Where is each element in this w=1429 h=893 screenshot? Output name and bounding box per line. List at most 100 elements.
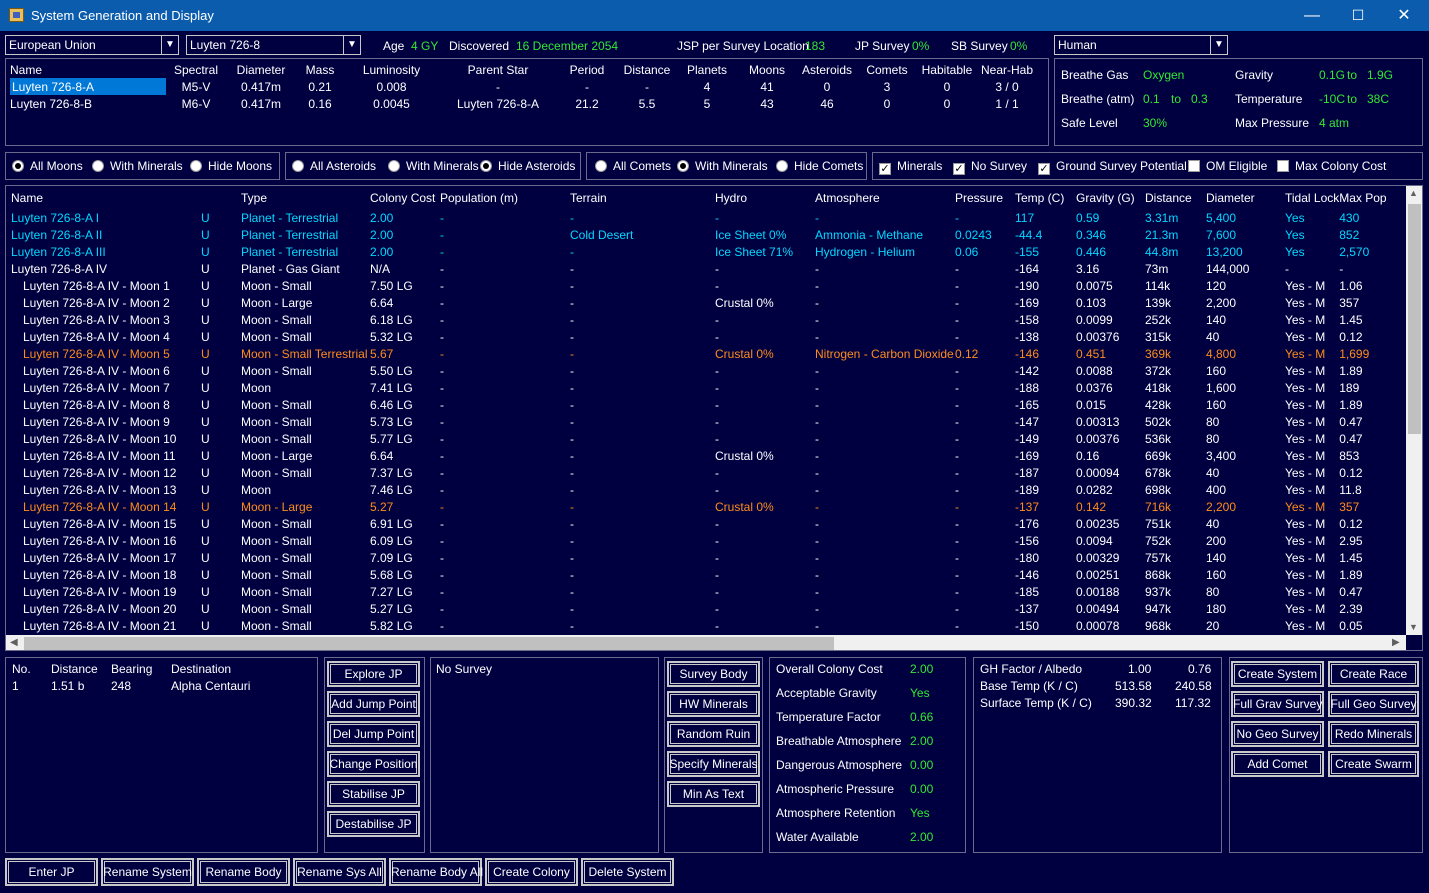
bodies-col-header[interactable]: Terrain bbox=[570, 187, 715, 209]
bodies-col-header[interactable] bbox=[201, 187, 241, 209]
table-row[interactable]: Luyten 726-8-A IV - Moon 12 U Moon - Small… bbox=[11, 464, 1389, 481]
stars-cell: 3 / 0 bbox=[995, 79, 1019, 94]
all-asteroids-radio[interactable]: All Asteroids bbox=[292, 159, 376, 173]
change-position-button[interactable]: Change Position bbox=[327, 751, 420, 777]
add-jump-point-button[interactable]: Add Jump Point bbox=[327, 691, 420, 717]
horizontal-scroll-thumb[interactable] bbox=[24, 637, 834, 650]
destabilise-jp-button[interactable]: Destabilise JP bbox=[327, 811, 420, 837]
create-race-button[interactable]: Create Race bbox=[1328, 661, 1419, 687]
vertical-scroll-thumb[interactable] bbox=[1408, 204, 1421, 434]
table-row[interactable]: Luyten 726-8-A IV - Moon 17 U Moon - Small… bbox=[11, 549, 1389, 566]
rename-body-button[interactable]: Rename Body bbox=[197, 858, 290, 886]
table-row[interactable]: Luyten 726-8-A IV - Moon 15 U Moon - Small… bbox=[11, 515, 1389, 532]
delete-system-button[interactable]: Delete System bbox=[581, 858, 674, 886]
horizontal-scrollbar[interactable]: ◀ ▶ bbox=[6, 635, 1406, 650]
add-comet-button[interactable]: Add Comet bbox=[1231, 751, 1324, 777]
scroll-left-icon[interactable]: ◀ bbox=[10, 637, 18, 648]
table-row[interactable]: Luyten 726-8-A IV - Moon 10 U Moon - Small… bbox=[11, 430, 1389, 447]
table-row[interactable]: Luyten 726-8-A IV - Moon 14 U Moon - Large… bbox=[11, 498, 1389, 515]
bodies-col-header[interactable]: Atmosphere bbox=[815, 187, 955, 209]
bodies-cell: - bbox=[570, 584, 574, 599]
no-geo-survey-button[interactable]: No Geo Survey bbox=[1231, 721, 1324, 747]
close-button[interactable]: ✕ bbox=[1381, 0, 1427, 31]
bodies-col-header[interactable]: Temp (C) bbox=[1015, 187, 1076, 209]
enter-jp-button[interactable]: Enter JP bbox=[5, 858, 98, 886]
bodies-col-header[interactable]: Type bbox=[241, 187, 370, 209]
hide-moons-radio[interactable]: Hide Moons bbox=[190, 159, 272, 173]
om-eligible-checkbox[interactable]: OM Eligible bbox=[1188, 159, 1267, 173]
table-row[interactable]: Luyten 726-8-A IV - Moon 3 U Moon - Small 6… bbox=[11, 311, 1389, 328]
hide-comets-radio[interactable]: Hide Comets bbox=[776, 159, 863, 173]
table-row[interactable]: Luyten 726-8-A III U Planet - Terrestrial 2… bbox=[11, 243, 1389, 260]
gh-factor-panel: GH Factor / Albedo 1.00 0.76 Base Temp (… bbox=[973, 657, 1222, 853]
table-row[interactable]: Luyten 726-8-A IV - Moon 11 U Moon - Large… bbox=[11, 447, 1389, 464]
scroll-right-icon[interactable]: ▶ bbox=[1392, 637, 1400, 648]
stabilise-jp-button[interactable]: Stabilise JP bbox=[327, 781, 420, 807]
ground-survey-potential-checkbox[interactable]: ✓ Ground Survey Potential bbox=[1038, 159, 1187, 175]
table-row[interactable]: Luyten 726-8-A IV - Moon 13 U Moon 7.46 LG -… bbox=[11, 481, 1389, 498]
table-row[interactable]: Luyten 726-8-A IV - Moon 4 U Moon - Small 5… bbox=[11, 328, 1389, 345]
table-row[interactable]: Luyten 726-8-A IV - Moon 18 U Moon - Small… bbox=[11, 566, 1389, 583]
maximize-button[interactable]: ☐ bbox=[1335, 0, 1381, 31]
comets-with-minerals-radio[interactable]: With Minerals bbox=[677, 159, 768, 173]
table-row[interactable]: Luyten 726-8-A II U Planet - Terrestrial 2.… bbox=[11, 226, 1389, 243]
scroll-down-icon[interactable]: ▼ bbox=[1409, 622, 1418, 632]
hide-asteroids-radio[interactable]: Hide Asteroids bbox=[480, 159, 575, 173]
table-row[interactable]: Luyten 726-8-A M5-V 0.417m 0.21 0.008 - - - 4 41 0… bbox=[10, 78, 1037, 95]
rename-sys-all-button[interactable]: Rename Sys All bbox=[293, 858, 386, 886]
table-row[interactable]: Luyten 726-8-A IV - Moon 1 U Moon - Small 7… bbox=[11, 277, 1389, 294]
bodies-cell: - bbox=[955, 210, 959, 225]
minerals-checkbox[interactable]: ✓ Minerals bbox=[879, 159, 942, 175]
bodies-col-header[interactable]: Distance bbox=[1145, 187, 1206, 209]
all-moons-radio[interactable]: All Moons bbox=[12, 159, 83, 173]
create-colony-button[interactable]: Create Colony bbox=[485, 858, 578, 886]
bodies-col-header[interactable]: Name bbox=[11, 187, 201, 209]
rename-body-all-button[interactable]: Rename Body All bbox=[389, 858, 483, 886]
rename-system-button[interactable]: Rename System bbox=[101, 858, 194, 886]
bodies-col-header[interactable]: Population (m) bbox=[440, 187, 570, 209]
bodies-col-header[interactable]: Colony Cost bbox=[370, 187, 440, 209]
bodies-col-header[interactable]: Max Pop bbox=[1339, 187, 1389, 209]
species-select[interactable]: Human ▼ bbox=[1054, 35, 1228, 55]
system-select[interactable]: Luyten 726-8 ▼ bbox=[186, 35, 361, 55]
scroll-up-icon[interactable]: ▲ bbox=[1409, 188, 1418, 198]
random-ruin-button[interactable]: Random Ruin bbox=[667, 721, 760, 747]
create-system-button[interactable]: Create System bbox=[1231, 661, 1324, 687]
redo-minerals-button[interactable]: Redo Minerals bbox=[1328, 721, 1419, 747]
all-comets-radio[interactable]: All Comets bbox=[595, 159, 671, 173]
table-row[interactable]: Luyten 726-8-A I U Planet - Terrestrial 2.0… bbox=[11, 209, 1389, 226]
moons-with-minerals-radio[interactable]: With Minerals bbox=[92, 159, 183, 173]
table-row[interactable]: Luyten 726-8-B M6-V 0.417m 0.16 0.0045 Luyten… bbox=[10, 95, 1037, 112]
bodies-col-header[interactable]: Diameter bbox=[1206, 187, 1285, 209]
table-row[interactable]: Luyten 726-8-A IV - Moon 5 U Moon - Small … bbox=[11, 345, 1389, 362]
bodies-col-header[interactable]: Hydro bbox=[715, 187, 815, 209]
table-row[interactable]: Luyten 726-8-A IV - Moon 21 U Moon - Small… bbox=[11, 617, 1389, 634]
bodies-col-header[interactable]: Pressure bbox=[955, 187, 1015, 209]
table-row[interactable]: Luyten 726-8-A IV - Moon 20 U Moon - Small… bbox=[11, 600, 1389, 617]
table-row[interactable]: Luyten 726-8-A IV - Moon 9 U Moon - Small 5… bbox=[11, 413, 1389, 430]
bodies-col-header[interactable]: Gravity (G) bbox=[1076, 187, 1145, 209]
full-grav-survey-button[interactable]: Full Grav Survey bbox=[1231, 691, 1324, 717]
table-row[interactable]: Luyten 726-8-A IV - Moon 2 U Moon - Large 6… bbox=[11, 294, 1389, 311]
table-row[interactable]: Luyten 726-8-A IV - Moon 6 U Moon - Small 5… bbox=[11, 362, 1389, 379]
hw-minerals-button[interactable]: HW Minerals bbox=[667, 691, 760, 717]
table-row[interactable]: Luyten 726-8-A IV - Moon 7 U Moon 7.41 LG - -… bbox=[11, 379, 1389, 396]
create-swarm-button[interactable]: Create Swarm bbox=[1328, 751, 1419, 777]
survey-body-button[interactable]: Survey Body bbox=[667, 661, 760, 687]
min-as-text-button[interactable]: Min As Text bbox=[667, 781, 760, 807]
vertical-scrollbar[interactable]: ▲ ▼ bbox=[1406, 186, 1422, 635]
del-jump-point-button[interactable]: Del Jump Point bbox=[327, 721, 420, 747]
no-survey-checkbox[interactable]: ✓ No Survey bbox=[953, 159, 1027, 175]
max-colony-cost-checkbox[interactable]: Max Colony Cost bbox=[1277, 159, 1386, 173]
table-row[interactable]: Luyten 726-8-A IV U Planet - Gas Giant N/A -… bbox=[11, 260, 1389, 277]
explore-jp-button[interactable]: Explore JP bbox=[327, 661, 420, 687]
full-geo-survey-button[interactable]: Full Geo Survey bbox=[1328, 691, 1419, 717]
table-row[interactable]: Luyten 726-8-A IV - Moon 8 U Moon - Small 6… bbox=[11, 396, 1389, 413]
table-row[interactable]: Luyten 726-8-A IV - Moon 19 U Moon - Small… bbox=[11, 583, 1389, 600]
minimize-button[interactable]: — bbox=[1289, 0, 1335, 31]
asteroids-with-minerals-radio[interactable]: With Minerals bbox=[388, 159, 479, 173]
specify-minerals-button[interactable]: Specify Minerals bbox=[667, 751, 760, 777]
race-select[interactable]: European Union ▼ bbox=[5, 35, 179, 55]
bodies-col-header[interactable]: Tidal Lock bbox=[1285, 187, 1339, 209]
table-row[interactable]: Luyten 726-8-A IV - Moon 16 U Moon - Small… bbox=[11, 532, 1389, 549]
